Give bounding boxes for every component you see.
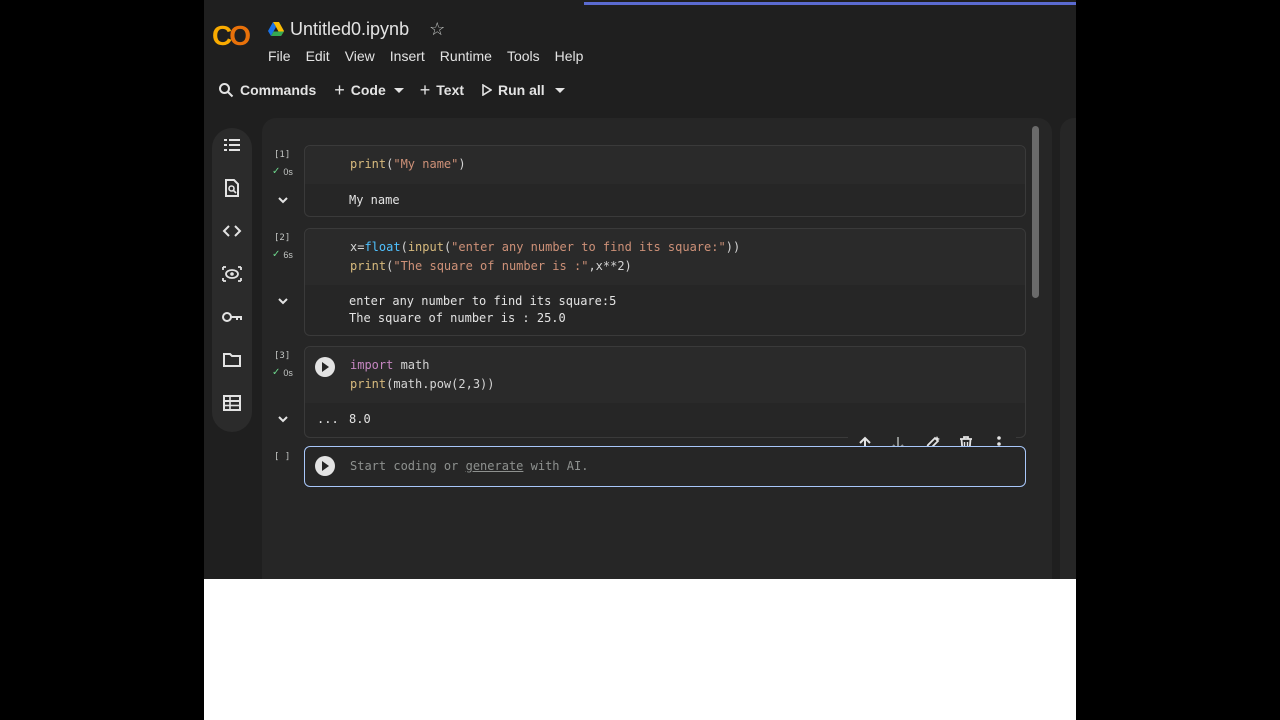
placeholder-text: Start coding or [350,459,466,473]
run-all-label: Run all [498,82,545,98]
cell-exec-count: [ ] [274,452,291,462]
notebook-area[interactable]: [1] ✓ 0s print("My name") My name [2] ✓ … [262,118,1052,579]
menu-runtime[interactable]: Runtime [432,45,500,67]
collapse-output-chevron-icon[interactable] [276,412,290,426]
loading-bar [584,2,1076,5]
search-icon [219,83,234,98]
code-label: Code [350,82,386,98]
files-folder-icon[interactable] [221,349,243,371]
menu-help[interactable]: Help [547,45,592,67]
find-icon[interactable] [221,177,243,199]
menu-view[interactable]: View [337,45,383,67]
chevron-down-icon [554,87,565,93]
menu-insert[interactable]: Insert [382,45,433,67]
checkmark-icon: ✓ [272,166,281,177]
code-editor[interactable]: x=float(input("enter any number to find … [305,229,1025,285]
cell-output: 8.0 [349,412,371,426]
star-icon[interactable]: ☆ [429,19,445,40]
plus-icon: + [419,79,431,100]
collapse-output-chevron-icon[interactable] [276,294,290,308]
notebook-title-bar: Untitled0.ipynb ☆ [268,16,445,42]
menu-bar: File Edit View Insert Runtime Tools Help [268,45,590,67]
right-panel-edge [1060,118,1076,579]
cell-exec-count: [1] [274,150,291,160]
data-table-icon[interactable] [221,392,243,414]
menu-tools[interactable]: Tools [499,45,548,67]
code-editor[interactable]: import math print(math.pow(2,3)) [305,347,1025,403]
commands-button[interactable]: Commands [212,76,322,104]
code-line-2: print(math.pow(2,3)) [350,377,495,391]
secrets-key-icon[interactable] [221,306,243,328]
cell-duration: 0s [283,367,293,378]
google-drive-icon [268,22,284,36]
generate-link[interactable]: generate [466,459,524,473]
cell-status: ✓ 0s [272,367,293,378]
run-all-dropdown[interactable] [551,76,565,104]
plus-icon: + [334,79,345,100]
menu-file[interactable]: File [268,45,299,67]
blank-area [204,579,1076,720]
cell-exec-count: [2] [274,233,291,243]
notebook-filename[interactable]: Untitled0.ipynb [290,19,409,40]
add-text-button[interactable]: + Text [414,76,470,104]
output-more-actions-icon[interactable]: ... [317,411,339,428]
cell-output: My name [349,193,400,207]
code-editor[interactable]: print("My name") [305,146,1025,184]
checkmark-icon: ✓ [272,249,281,260]
menu-edit[interactable]: Edit [298,45,338,67]
cell-status: ✓ 0s [272,166,293,177]
play-icon [482,84,493,96]
code-line-1: x=float(input("enter any number to find … [350,240,741,254]
cell-exec-count: [3] [274,351,291,361]
cell-status: ✓ 6s [272,249,293,260]
colab-window: CO Untitled0.ipynb ☆ File Edit View Inse… [204,0,1076,579]
code-dropdown[interactable] [392,76,414,104]
cell-duration: 6s [283,249,293,260]
chevron-down-icon [393,87,404,93]
scrollbar[interactable] [1032,126,1039,298]
code-cell-2[interactable]: x=float(input("enter any number to find … [304,228,1026,336]
variables-icon[interactable] [221,263,243,285]
add-code-button[interactable]: + Code [328,76,392,104]
text-label: Text [436,82,465,98]
run-cell-button[interactable] [315,456,335,476]
cell-output-line-2: The square of number is : 25.0 [349,311,566,325]
play-icon [322,461,329,471]
code-line-2: print("The square of number is :",x**2) [350,259,632,273]
code-string: "My name" [393,157,459,171]
code-cell-1[interactable]: print("My name") My name [304,145,1026,217]
code-line-1: import math [350,358,430,372]
placeholder-suffix: with AI. [523,459,589,473]
colab-logo[interactable]: CO [212,20,252,52]
code-cell-3[interactable]: import math print(math.pow(2,3)) ... 8.0 [304,346,1026,438]
code-line: print("My name") [350,157,466,171]
collapse-output-chevron-icon[interactable] [276,193,290,207]
cell-placeholder[interactable]: Start coding or generate with AI. [350,459,588,473]
run-all-button[interactable]: Run all [476,76,551,104]
active-code-cell[interactable]: Start coding or generate with AI. [304,446,1026,487]
toolbar: Commands + Code + Text Run all [212,76,565,104]
commands-label: Commands [240,82,317,98]
checkmark-icon: ✓ [272,367,281,378]
run-cell-button[interactable] [315,357,335,377]
table-of-contents-icon[interactable] [221,134,243,156]
cell-duration: 0s [283,166,293,177]
play-icon [322,362,329,372]
code-snippets-icon[interactable] [221,220,243,242]
left-sidebar [212,128,252,432]
cell-output-line-1: enter any number to find its square:5 [349,294,617,308]
